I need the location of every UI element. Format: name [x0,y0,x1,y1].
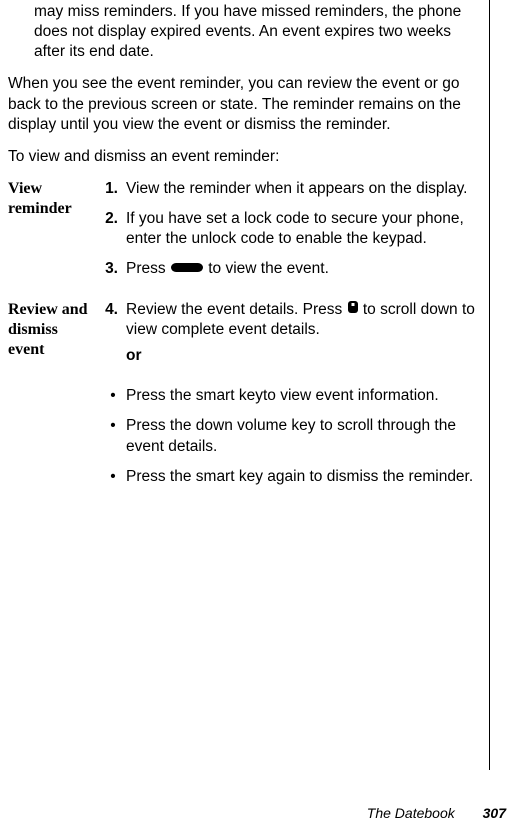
step-4: 4. Review the event details. Press to sc… [104,300,482,377]
lead-in: To view and dismiss an event reminder: [8,147,482,167]
section-body: 4. Review the event details. Press to sc… [104,300,482,497]
bullet-text: Press the smart keyto view event informa… [126,386,482,406]
step-text-post: to view the event. [208,261,329,278]
page-margin-rule [489,0,490,770]
step-text-pre: Review the event details. Press [126,301,347,318]
step-2: 2. If you have set a lock code to secure… [104,209,482,249]
step-number: 3. [104,259,126,279]
page-number: 307 [483,805,506,821]
step-number: 2. [104,209,126,249]
bullet-text: Press the down volume key to scroll thro… [126,416,482,456]
bullet-item: • Press the smart keyto view event infor… [104,386,482,406]
step-1: 1. View the reminder when it appears on … [104,179,482,199]
scroll-key-icon [347,300,359,320]
page-footer: The Datebook 307 [367,804,506,822]
manual-page: may miss reminders. If you have missed r… [0,0,526,497]
continuation-note: may miss reminders. If you have missed r… [34,2,482,62]
section-label: Review and dismiss event [8,300,104,497]
step-text: View the reminder when it appears on the… [126,179,482,199]
bullet-marker: • [104,416,126,456]
reminder-paragraph: When you see the event reminder, you can… [8,74,482,134]
bullet-marker: • [104,386,126,406]
step-3: 3. Press to view the event. [104,259,482,279]
step-text: If you have set a lock code to secure yo… [126,209,482,249]
step-text: Press to view the event. [126,259,482,279]
step-number: 4. [104,300,126,377]
section-body: 1. View the reminder when it appears on … [104,179,482,290]
section-review-dismiss: Review and dismiss event 4. Review the e… [8,300,482,497]
bullet-item: • Press the smart key again to dismiss t… [104,467,482,487]
section-view-reminder: View reminder 1. View the reminder when … [8,179,482,290]
bullet-text: Press the smart key again to dismiss the… [126,467,482,487]
long-key-icon [170,259,204,279]
bullet-marker: • [104,467,126,487]
step-text-pre: Press [126,261,170,278]
section-label: View reminder [8,179,104,290]
step-number: 1. [104,179,126,199]
footer-title: The Datebook [367,805,455,821]
or-label: or [126,346,482,366]
step-text: Review the event details. Press to scrol… [126,300,482,377]
bullet-item: • Press the down volume key to scroll th… [104,416,482,456]
